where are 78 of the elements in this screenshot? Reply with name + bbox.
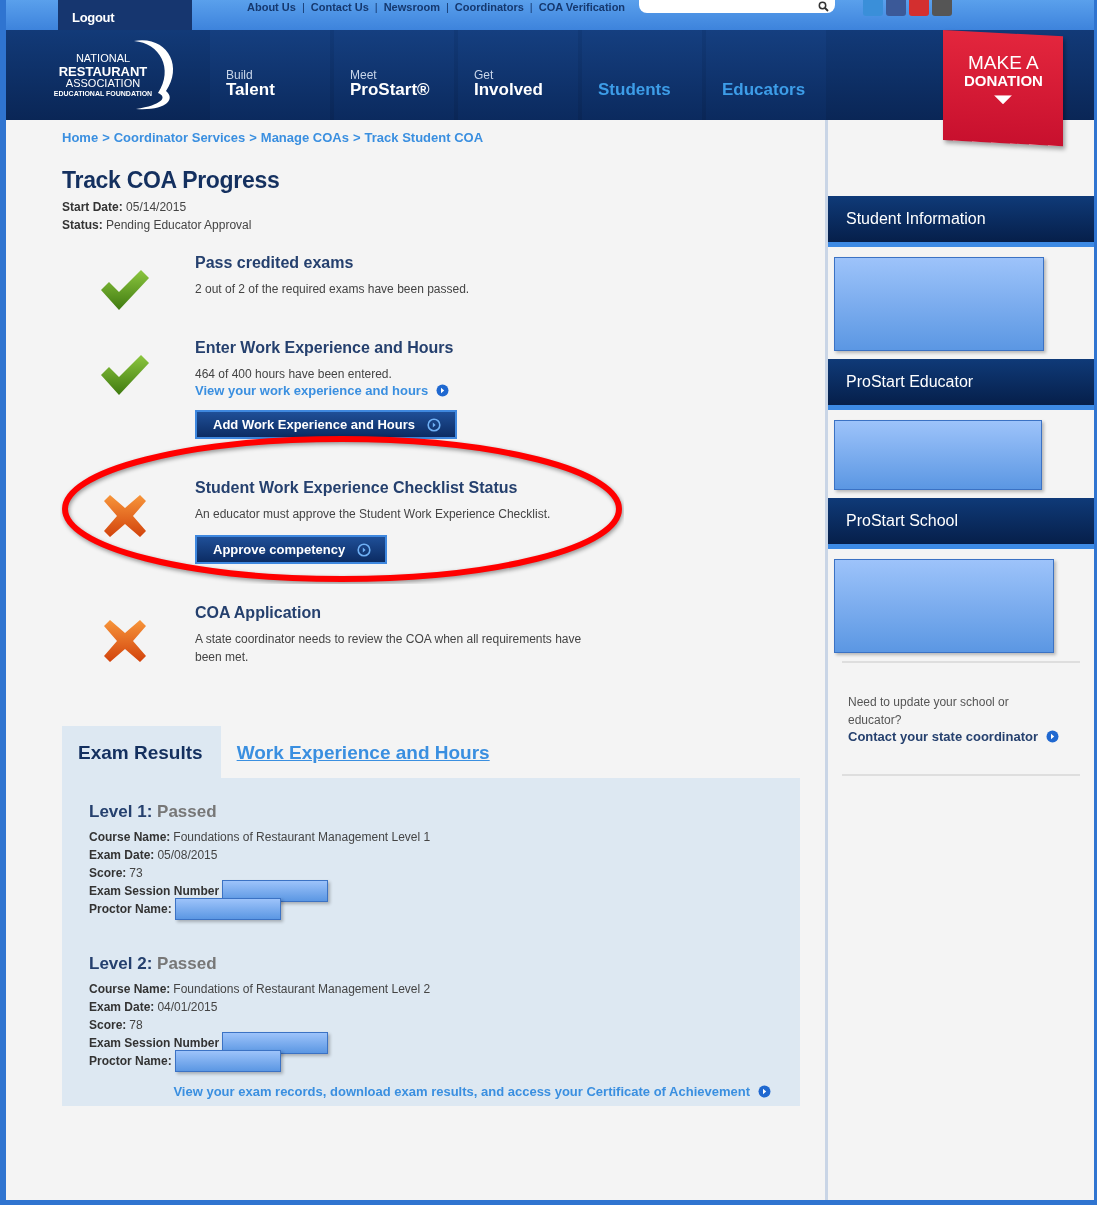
level-heading: Level 2: Passed: [89, 954, 218, 974]
breadcrumb-separator: >: [102, 130, 110, 145]
step-description: 464 of 400 hours have been entered.: [195, 366, 393, 383]
step-title: Student Work Experience Checklist Status: [195, 479, 518, 497]
field-label: Proctor Name:: [89, 902, 172, 916]
field-label: Exam Date:: [89, 848, 155, 862]
section-header: Student Information: [828, 196, 1094, 247]
field-label: Exam Session Number: [89, 884, 220, 898]
breadcrumb-separator: >: [249, 130, 257, 145]
contact-coordinator-link[interactable]: Contact your state coordinator: [828, 729, 1094, 744]
arrow-circle-icon: [436, 384, 450, 397]
tab[interactable]: Exam Results: [62, 726, 221, 778]
update-note: Need to update your school or educator?: [847, 694, 1010, 729]
arrow-circle-icon: [1045, 730, 1059, 743]
field-label: Course Name:: [89, 830, 171, 844]
check-icon: [98, 353, 151, 397]
field-label: Exam Date:: [89, 1000, 155, 1014]
field-value: 05/08/2015: [157, 848, 218, 862]
exam-records-link[interactable]: View your exam records, download exam results, and access your Certificate of Achievement: [89, 1084, 773, 1099]
link-separator: |: [445, 1, 449, 13]
field-label: Score:: [89, 866, 127, 880]
section-header: ProStart School: [828, 498, 1094, 549]
arrow-circle-icon: [427, 417, 442, 432]
action-button[interactable]: Approve competency: [195, 535, 388, 564]
caret-icon: [994, 94, 1012, 104]
field-value: Foundations of Restaurant Management Level 1: [173, 830, 431, 844]
cross-icon: [101, 493, 148, 539]
step-description: A state coordinator needs to review the COA when all requirements have been met.: [195, 631, 583, 666]
top-link[interactable]: COA Verification: [538, 1, 626, 13]
field-value: 78: [129, 1018, 143, 1032]
field-label: Proctor Name:: [89, 1054, 172, 1068]
link-separator: |: [529, 1, 533, 13]
breadcrumb-link[interactable]: Home: [62, 130, 99, 145]
link-separator: |: [301, 1, 305, 13]
breadcrumb-link[interactable]: Coordinator Services: [113, 130, 246, 145]
field-label: Exam Session Number: [89, 1036, 220, 1050]
search-icon: [818, 1, 830, 12]
top-link[interactable]: About Us: [247, 1, 296, 13]
nav-item[interactable]: Educators: [706, 30, 826, 120]
meta-line: Status: Pending Educator Approval: [62, 217, 253, 234]
social-icon[interactable]: [886, 0, 907, 16]
nav-item[interactable]: Get Involved: [458, 30, 578, 120]
cross-icon: [101, 618, 148, 664]
search-field[interactable]: [639, 0, 836, 13]
meta-line: Start Date: 05/14/2015: [62, 199, 188, 216]
check-icon: [98, 268, 151, 312]
page-title: Track COA Progress: [62, 167, 281, 194]
step-title: COA Application: [195, 604, 321, 622]
top-link[interactable]: Newsroom: [383, 1, 440, 13]
section-header: ProStart Educator: [828, 359, 1094, 410]
logout-link[interactable]: Logout: [58, 0, 192, 30]
step-description: An educator must approve the Student Work Experience Checklist.: [195, 506, 552, 523]
social-icon[interactable]: [909, 0, 930, 16]
step-title: Enter Work Experience and Hours: [195, 339, 454, 357]
breadcrumb-separator: >: [352, 130, 361, 145]
step-title: Pass credited exams: [195, 254, 354, 272]
nav-item[interactable]: Students: [582, 30, 702, 120]
field-label: Score:: [89, 1018, 127, 1032]
arrow-circle-icon: [758, 1085, 771, 1098]
step-description: 2 out of 2 of the required exams have been passed.: [195, 281, 471, 298]
field-value: Foundations of Restaurant Management Level 2: [173, 982, 431, 996]
arrow-circle-icon: [357, 542, 372, 557]
action-button[interactable]: Add Work Experience and Hours: [195, 410, 458, 439]
top-link[interactable]: Coordinators: [454, 1, 524, 13]
nav-item[interactable]: Meet ProStart®: [334, 30, 454, 120]
link-separator: |: [374, 1, 378, 13]
tab[interactable]: Work Experience and Hours: [220, 726, 508, 778]
top-link[interactable]: Contact Us: [310, 1, 369, 13]
field-value: 73: [129, 866, 143, 880]
breadcrumb-link[interactable]: Manage COAs: [260, 130, 349, 145]
social-icon[interactable]: [932, 0, 953, 16]
field-value: 04/01/2015: [157, 1000, 218, 1014]
field-label: Course Name:: [89, 982, 171, 996]
level-heading: Level 1: Passed: [89, 802, 218, 822]
donation-ribbon[interactable]: MAKE A DONATION: [943, 30, 1063, 147]
nav-item[interactable]: Build Talent: [210, 30, 330, 120]
breadcrumb-link[interactable]: Track Student COA: [364, 130, 483, 145]
work-hours-link[interactable]: View your work experience and hours: [195, 383, 450, 398]
